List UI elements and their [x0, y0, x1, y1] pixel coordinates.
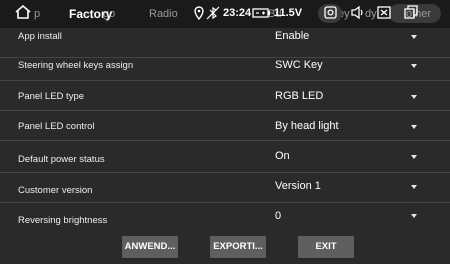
setting-value[interactable]: SWC Key [275, 59, 323, 71]
chevron-down-icon[interactable] [411, 35, 417, 39]
page-title: Factory [69, 7, 113, 21]
volume-icon[interactable] [351, 5, 366, 23]
location-icon [194, 6, 204, 24]
setting-panel-led-type[interactable]: Panel LED type RGB LED [0, 81, 450, 111]
setting-customer-version[interactable]: Customer version Version 1 [0, 173, 450, 203]
setting-value[interactable]: 0 [275, 210, 281, 222]
camera-icon[interactable] [324, 6, 337, 23]
chevron-down-icon[interactable] [411, 155, 417, 159]
setting-steering-wheel-keys[interactable]: Steering wheel keys assign SWC Key [0, 50, 450, 81]
export-button[interactable]: EXPORTI... [210, 236, 266, 258]
setting-value[interactable]: By head light [275, 120, 339, 132]
home-icon[interactable] [14, 4, 32, 24]
setting-label: Default power status [18, 154, 105, 165]
bottom-action-bar: ANWEND... EXPORTI... EXIT [0, 232, 450, 264]
chevron-down-icon[interactable] [411, 95, 417, 99]
chevron-down-icon[interactable] [411, 125, 417, 129]
bluetooth-off-icon [206, 6, 220, 24]
tab-fragment[interactable]: dy [365, 8, 377, 20]
setting-label: Panel LED control [18, 121, 95, 132]
tab-fragment[interactable]: p [34, 8, 40, 20]
setting-panel-led-control[interactable]: Panel LED control By head light [0, 111, 450, 141]
setting-label: App install [18, 31, 62, 42]
setting-label: Steering wheel keys assign [18, 60, 134, 71]
setting-label: Panel LED type [18, 91, 85, 102]
chevron-down-icon[interactable] [411, 185, 417, 189]
setting-value[interactable]: RGB LED [275, 90, 323, 102]
battery-icon [252, 7, 271, 23]
voltage-readout: 11.5V [274, 7, 303, 19]
recent-apps-icon[interactable] [404, 5, 418, 23]
chevron-down-icon[interactable] [411, 64, 417, 68]
top-bar: p go Radio Bu ey dy other Factory 23:24 [0, 0, 450, 28]
close-icon[interactable] [377, 6, 391, 23]
setting-label: Customer version [18, 185, 93, 196]
setting-value[interactable]: Version 1 [275, 180, 321, 192]
clock: 23:24 [223, 7, 252, 19]
tab-radio[interactable]: Radio [149, 8, 178, 20]
setting-reversing-brightness[interactable]: Reversing brightness 0 [0, 203, 450, 232]
exit-button[interactable]: EXIT [298, 236, 354, 258]
apply-button[interactable]: ANWEND... [122, 236, 178, 258]
setting-default-power-status[interactable]: Default power status On [0, 141, 450, 173]
settings-list: App install Enable Steering wheel keys a… [0, 28, 450, 232]
chevron-down-icon[interactable] [411, 214, 417, 218]
setting-value[interactable]: On [275, 150, 290, 162]
setting-value[interactable]: Enable [275, 30, 309, 42]
setting-label: Reversing brightness [18, 215, 108, 226]
